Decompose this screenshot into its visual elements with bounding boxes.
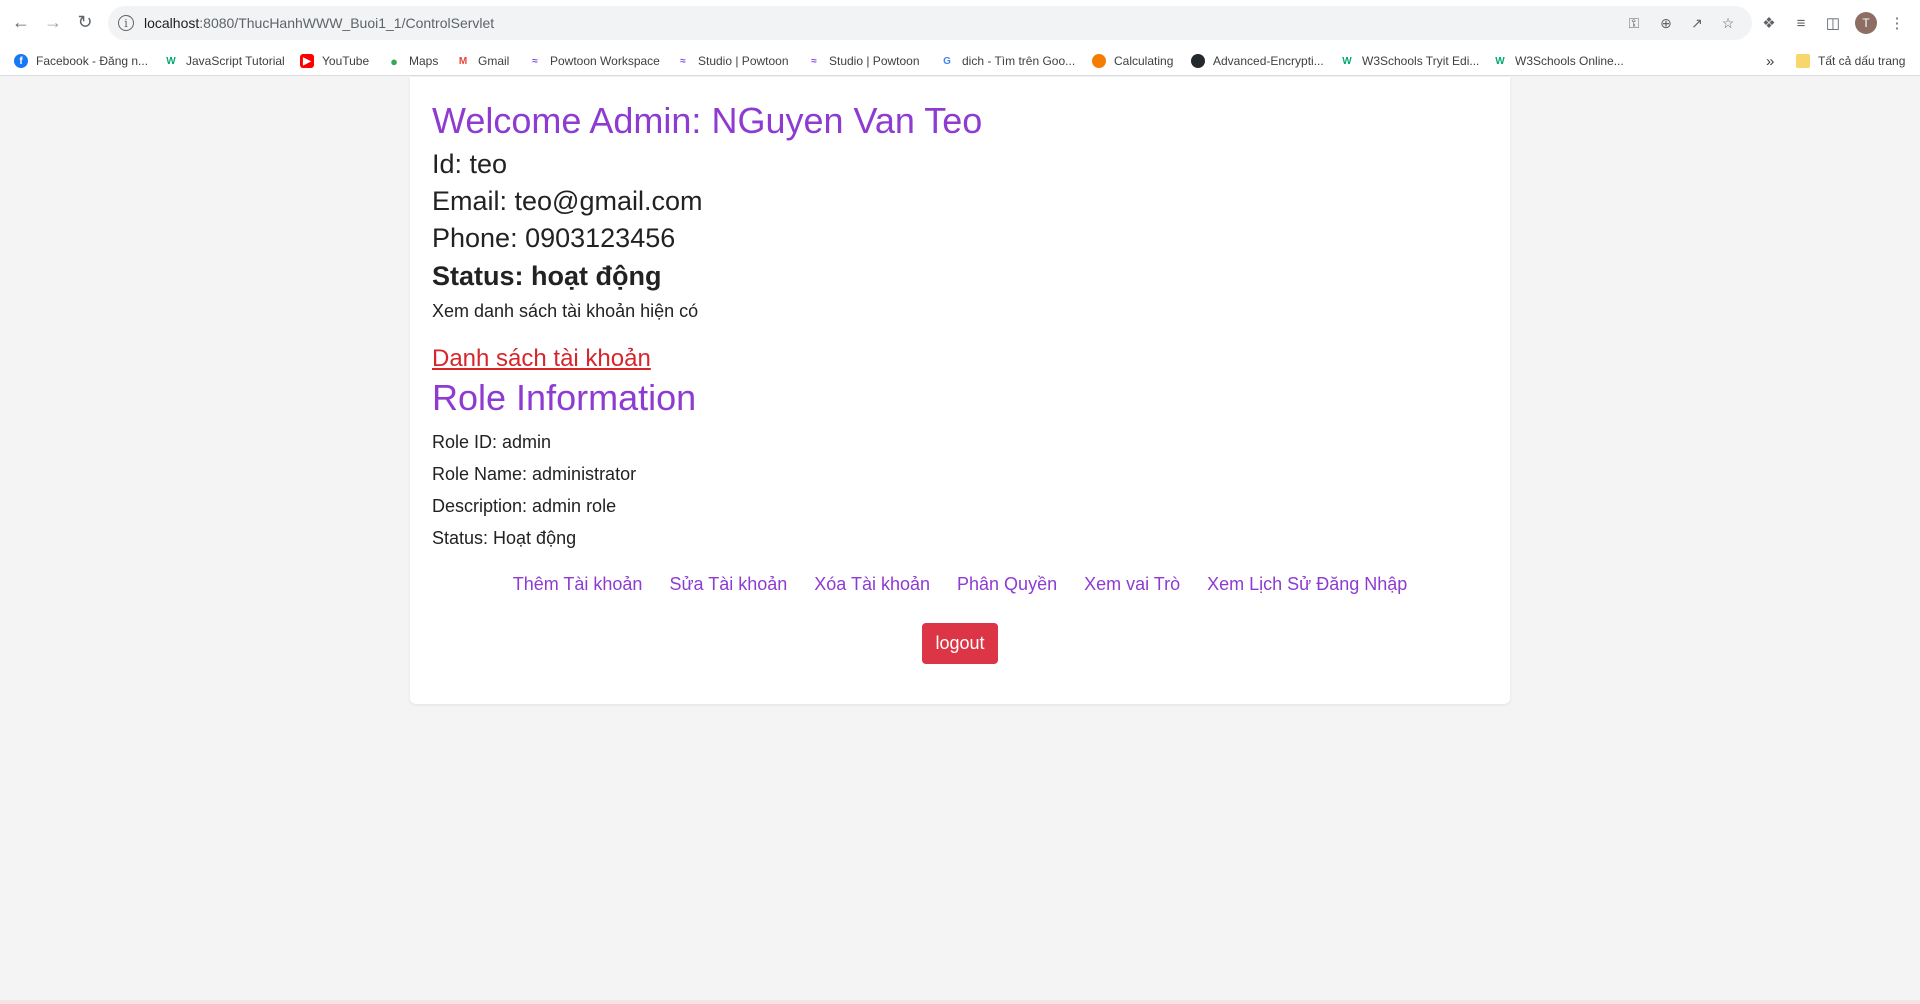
- logout-button[interactable]: logout: [922, 623, 998, 664]
- bookmark-calculating[interactable]: Calculating: [1092, 52, 1173, 70]
- back-arrow-icon[interactable]: ←: [10, 11, 32, 33]
- profile-avatar[interactable]: T: [1855, 12, 1877, 34]
- bookmark-youtube[interactable]: ▶ YouTube: [300, 52, 369, 70]
- bookmark-label: Studio | Powtoon: [698, 54, 789, 68]
- bookmark-studio-powtoon[interactable]: ≈ Studio | Powtoon: [676, 52, 789, 70]
- all-bookmarks-label: Tất cả dấu trang: [1818, 54, 1906, 68]
- url-host: localhost: [144, 15, 200, 31]
- url-path: :8080/ThucHanhWWW_Buoi1_1/ControlServlet: [199, 15, 495, 31]
- role-description: Description: admin role: [432, 496, 617, 516]
- toolbar-top-strip: [0, 0, 1920, 4]
- more-bookmarks-chevron-icon[interactable]: »: [1766, 52, 1774, 70]
- role-status: Status: Hoạt động: [432, 528, 577, 548]
- address-bar[interactable]: i localhost:8080/ThucHanhWWW_Buoi1_1/Con…: [108, 6, 1752, 40]
- bookmark-studio-powtoon-2[interactable]: ≈ Studio | Powtoon: [807, 52, 920, 70]
- bookmark-label: Powtoon Workspace: [550, 54, 660, 68]
- add-account-link[interactable]: Thêm Tài khoản: [513, 574, 643, 595]
- bookmark-google-search[interactable]: Gdich - Tìm trên Goo...: [940, 52, 1075, 70]
- extensions-icon[interactable]: ❖: [1758, 12, 1780, 34]
- bookmark-w3schools-online[interactable]: W W3Schools Online...: [1493, 52, 1624, 70]
- bookmark-label: Facebook - Đăng n...: [36, 54, 149, 68]
- w3schools-icon: W: [166, 55, 176, 67]
- maps-icon: ●: [390, 53, 398, 69]
- side-panel-icon[interactable]: ◫: [1822, 12, 1844, 34]
- user-phone: Phone: 0903123456: [432, 223, 676, 253]
- folder-icon: [1796, 54, 1810, 68]
- bookmarks-bar: f Facebook - Đăng n... W JavaScript Tutori…: [0, 46, 1920, 76]
- bookmark-advanced-encryption[interactable]: Advanced-Encrypti...: [1191, 52, 1324, 70]
- account-list-link[interactable]: Danh sách tài khoản: [432, 345, 651, 373]
- bookmark-label: dich - Tìm trên Goo...: [962, 54, 1076, 68]
- view-login-history-link[interactable]: Xem Lịch Sử Đăng Nhập: [1207, 574, 1407, 595]
- key-icon[interactable]: ⚿: [1624, 13, 1644, 33]
- powtoon-icon: ≈: [532, 55, 538, 67]
- bottom-border: [0, 1000, 1920, 1004]
- bookmark-gmail[interactable]: M Gmail: [456, 52, 510, 70]
- forward-arrow-icon[interactable]: →: [42, 11, 64, 33]
- user-email: Email: teo@gmail.com: [432, 186, 703, 216]
- w3schools-icon: W: [1342, 55, 1352, 67]
- media-list-icon[interactable]: ≡: [1790, 12, 1812, 34]
- url-text[interactable]: localhost:8080/ThucHanhWWW_Buoi1_1/Contr…: [144, 15, 494, 31]
- pumpkin-icon: [1092, 54, 1106, 68]
- bookmark-label: Advanced-Encrypti...: [1213, 54, 1324, 68]
- gmail-icon: M: [458, 55, 468, 67]
- role-name: Role Name: administrator: [432, 464, 637, 484]
- bookmark-label: Calculating: [1114, 54, 1174, 68]
- star-icon[interactable]: ☆: [1718, 13, 1738, 33]
- delete-account-link[interactable]: Xóa Tài khoản: [814, 574, 930, 595]
- grant-permission-link[interactable]: Phân Quyền: [957, 574, 1057, 595]
- bookmark-label: Gmail: [478, 54, 510, 68]
- google-icon: G: [943, 55, 951, 67]
- zoom-icon[interactable]: ⊕: [1656, 13, 1676, 33]
- view-roles-link[interactable]: Xem vai Trò: [1084, 574, 1180, 595]
- share-icon[interactable]: ↗: [1687, 13, 1707, 33]
- facebook-icon: f: [14, 54, 28, 68]
- all-bookmarks-folder[interactable]: Tất cả dấu trang: [1796, 52, 1905, 70]
- powtoon-icon: ≈: [680, 55, 686, 67]
- bookmark-w3schools-tryit[interactable]: W W3Schools Tryit Edi...: [1340, 52, 1479, 70]
- menu-kebab-icon[interactable]: ⋮: [1886, 12, 1908, 34]
- bookmark-maps[interactable]: ● Maps: [387, 52, 438, 70]
- bookmark-label: YouTube: [322, 54, 370, 68]
- user-id: Id: teo: [432, 149, 508, 179]
- bookmark-label: W3Schools Tryit Edi...: [1362, 54, 1480, 68]
- reload-icon[interactable]: ↻: [74, 11, 96, 33]
- bookmark-label: Studio | Powtoon: [829, 54, 920, 68]
- powtoon-icon: ≈: [811, 55, 817, 67]
- user-status: Status: hoạt động: [432, 261, 662, 291]
- bookmark-label: Maps: [409, 54, 439, 68]
- role-info-heading: Role Information: [432, 377, 697, 418]
- bookmark-facebook[interactable]: f Facebook - Đăng n...: [14, 52, 148, 70]
- bookmark-powtoon-workspace[interactable]: ≈ Powtoon Workspace: [528, 52, 660, 70]
- github-icon: [1191, 54, 1205, 68]
- bookmark-label: JavaScript Tutorial: [186, 54, 285, 68]
- browser-toolbar: ← → ↻ i localhost:8080/ThucHanhWWW_Buoi1…: [0, 0, 1920, 46]
- youtube-icon: ▶: [300, 54, 314, 68]
- site-info-icon[interactable]: i: [118, 15, 134, 31]
- view-list-text: Xem danh sách tài khoản hiện có: [432, 301, 699, 321]
- bookmark-javascript-tutorial[interactable]: W JavaScript Tutorial: [164, 52, 285, 70]
- w3schools-icon: W: [1495, 55, 1505, 67]
- bookmark-label: W3Schools Online...: [1515, 54, 1624, 68]
- edit-account-link[interactable]: Sửa Tài khoản: [669, 574, 787, 595]
- welcome-heading: Welcome Admin: NGuyen Van Teo: [432, 100, 983, 141]
- role-id: Role ID: admin: [432, 432, 552, 452]
- admin-card: Welcome Admin: NGuyen Van Teo Id: teo Em…: [410, 77, 1510, 704]
- action-links: Thêm Tài khoản Sửa Tài khoản Xóa Tài kho…: [410, 574, 1510, 595]
